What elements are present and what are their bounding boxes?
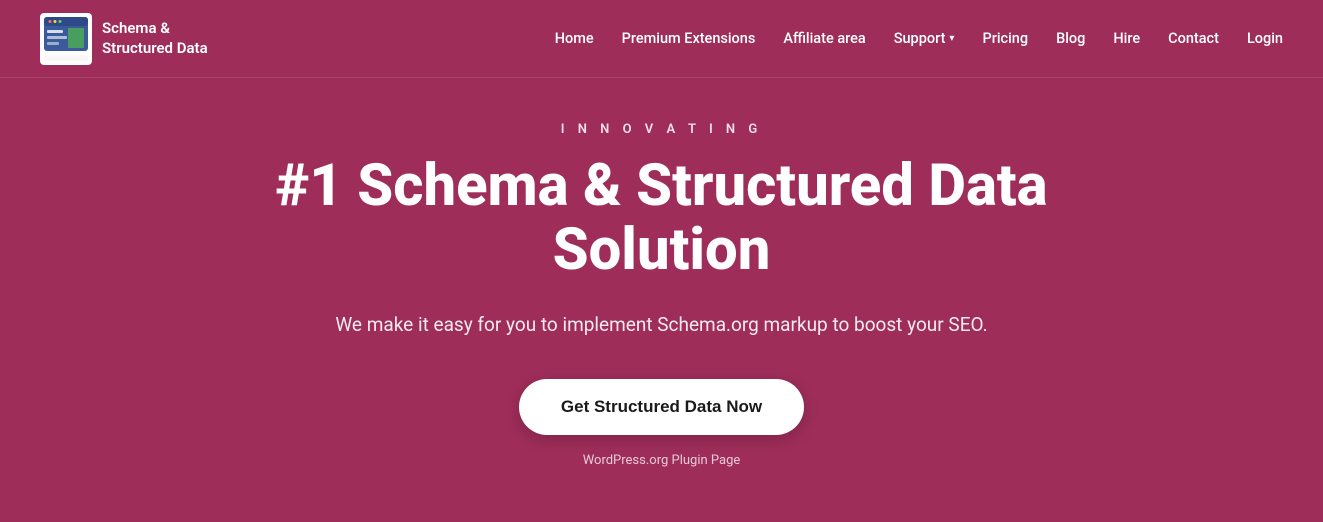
nav-item-login[interactable]: Login: [1247, 30, 1283, 47]
hero-subtitle: We make it easy for you to implement Sch…: [335, 311, 987, 340]
nav-item-affiliate[interactable]: Affiliate area: [783, 30, 865, 47]
wordpress-plugin-link[interactable]: WordPress.org Plugin Page: [583, 453, 741, 468]
nav-item-hire[interactable]: Hire: [1113, 30, 1140, 47]
logo-icon: [40, 13, 92, 65]
support-dropdown-icon: ▾: [949, 33, 954, 44]
nav-item-blog[interactable]: Blog: [1056, 30, 1085, 47]
header: Schema & Structured Data Home Premium Ex…: [0, 0, 1323, 78]
nav-item-home[interactable]: Home: [555, 30, 594, 47]
nav-item-support[interactable]: Support ▾: [894, 30, 955, 47]
logo-text: Schema & Structured Data: [102, 19, 208, 58]
nav-item-pricing[interactable]: Pricing: [982, 30, 1028, 47]
page-wrapper: Schema & Structured Data Home Premium Ex…: [0, 0, 1323, 522]
hero-section: I N N O V A T I N G #1 Schema & Structur…: [0, 78, 1323, 522]
hero-tagline: I N N O V A T I N G: [561, 122, 762, 137]
nav-item-premium[interactable]: Premium Extensions: [622, 30, 756, 47]
nav-item-contact[interactable]: Contact: [1168, 30, 1219, 47]
main-nav: Home Premium Extensions Affiliate area S…: [555, 30, 1283, 47]
logo-area[interactable]: Schema & Structured Data: [40, 13, 208, 65]
cta-button[interactable]: Get Structured Data Now: [519, 379, 804, 435]
hero-title: #1 Schema & Structured Data Solution: [212, 155, 1112, 283]
